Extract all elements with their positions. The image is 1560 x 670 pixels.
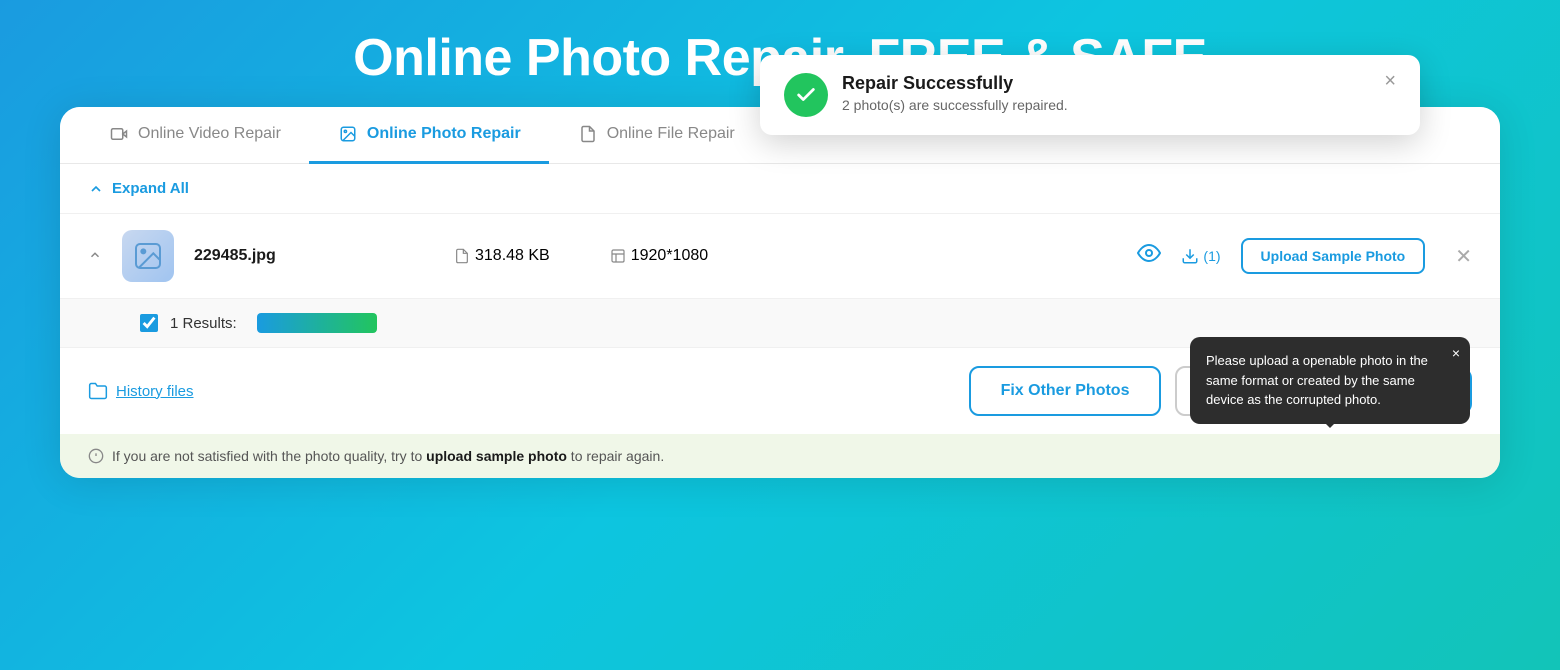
upload-sample-button[interactable]: Upload Sample Photo — [1241, 238, 1426, 274]
results-checkbox[interactable] — [140, 314, 158, 332]
file-dimensions: 1920*1080 — [631, 247, 708, 265]
footer-post: to repair again. — [567, 448, 664, 464]
download-count-label: (1) — [1203, 248, 1220, 264]
tooltip-text: Please upload a openable photo in the sa… — [1206, 353, 1428, 407]
history-files-link[interactable]: History files — [88, 381, 194, 401]
tab-photo-label: Online Photo Repair — [367, 125, 521, 143]
file-size: 318.48 KB — [475, 247, 550, 265]
footer-link: upload sample photo — [426, 448, 567, 464]
file-size-container: 318.48 KB — [454, 247, 550, 265]
expand-all-label: Expand All — [112, 180, 189, 197]
file-dimensions-container: 1920*1080 — [610, 247, 708, 265]
preview-icon[interactable] — [1137, 241, 1161, 271]
tab-photo-repair[interactable]: Online Photo Repair — [309, 107, 549, 164]
file-row: 229485.jpg 318.48 KB 1920*1080 — [60, 214, 1500, 299]
notification-subtitle: 2 photo(s) are successfully repaired. — [842, 97, 1370, 113]
file-chevron-icon[interactable] — [88, 248, 102, 265]
tab-file-repair[interactable]: Online File Repair — [549, 107, 763, 164]
footer-note: If you are not satisfied with the photo … — [60, 434, 1500, 478]
file-tab-icon — [577, 123, 599, 145]
main-card: × Please upload a openable photo in the … — [60, 107, 1500, 478]
success-notification: Repair Successfully 2 photo(s) are succe… — [760, 55, 1420, 135]
file-name: 229485.jpg — [194, 247, 374, 265]
history-files-label: History files — [116, 383, 194, 400]
tab-file-label: Online File Repair — [607, 125, 735, 143]
tab-video-label: Online Video Repair — [138, 125, 281, 143]
file-actions: (1) Upload Sample Photo ✕ — [1137, 238, 1472, 274]
notification-content: Repair Successfully 2 photo(s) are succe… — [842, 73, 1370, 113]
expand-all-row[interactable]: Expand All — [60, 164, 1500, 214]
notification-title: Repair Successfully — [842, 73, 1370, 94]
tooltip-close-button[interactable]: × — [1452, 345, 1460, 361]
file-close-icon[interactable]: ✕ — [1455, 244, 1472, 269]
results-progress-bar — [257, 313, 377, 333]
footer-note-text: If you are not satisfied with the photo … — [112, 448, 664, 464]
results-label: 1 Results: — [170, 315, 237, 332]
footer-pre: If you are not satisfied with the photo … — [112, 448, 426, 464]
fix-other-button[interactable]: Fix Other Photos — [969, 366, 1162, 416]
video-tab-icon — [108, 123, 130, 145]
success-icon — [784, 73, 828, 117]
file-thumbnail — [122, 230, 174, 282]
download-count[interactable]: (1) — [1181, 247, 1220, 265]
sample-photo-tooltip: × Please upload a openable photo in the … — [1190, 337, 1470, 424]
notification-close-button[interactable]: × — [1384, 71, 1396, 91]
photo-tab-icon — [337, 123, 359, 145]
tab-video-repair[interactable]: Online Video Repair — [80, 107, 309, 164]
